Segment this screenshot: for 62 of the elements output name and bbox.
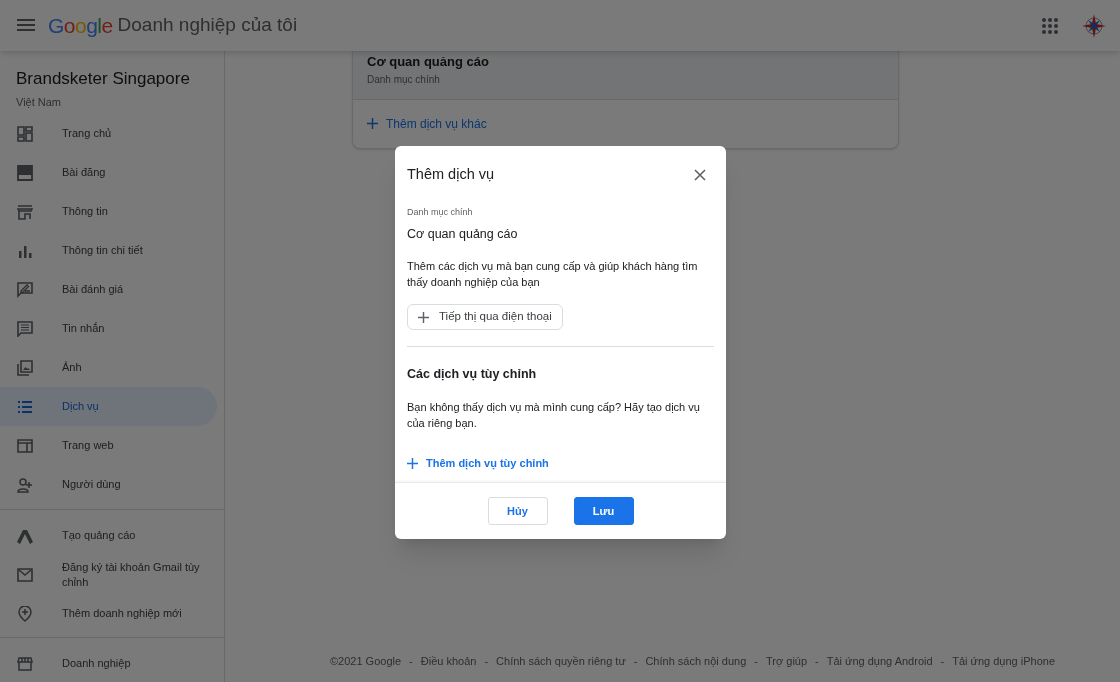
footer-separator: - <box>633 653 638 669</box>
add-location-icon <box>17 605 33 622</box>
sidebar-item[interactable]: Bài đánh giá <box>0 270 217 309</box>
plus-icon <box>367 118 378 129</box>
cancel-button[interactable]: Hủy <box>487 497 548 525</box>
sidebar-item[interactable]: Đăng ký tài khoản Gmail tùy chỉnh <box>0 555 217 594</box>
plus-icon <box>407 457 418 469</box>
close-icon[interactable] <box>694 168 706 181</box>
footer-link[interactable]: Tải ứng dụng iPhone <box>952 652 1055 669</box>
store-icon <box>17 655 33 672</box>
category-label: Danh mục chính <box>367 72 441 87</box>
custom-services-description: Bạn không thấy dịch vụ mà mình cung cấp? Hãy tạo dịch vụ của riêng bạn. <box>407 399 701 431</box>
business-country: Việt Nam <box>16 94 63 110</box>
sidebar-item[interactable]: Tin nhắn <box>0 309 217 348</box>
review-icon <box>17 281 33 298</box>
custom-services-heading: Các dịch vụ tùy chỉnh <box>407 366 538 383</box>
footer-separator: - <box>940 653 945 669</box>
description: Thêm các dịch vụ mà bạn cung cấp và giúp khách hàng tìm thấy doanh nghiệp của bạn <box>407 259 699 290</box>
dialog-title: Thêm dịch vụ <box>407 165 496 184</box>
sidebar-item[interactable]: Dịch vụ <box>0 387 217 426</box>
add-service-link[interactable]: Thêm dịch vụ khác <box>367 114 487 133</box>
dashboard-icon <box>17 125 33 142</box>
sidebar-item[interactable]: Người dùng <box>0 465 217 504</box>
sidebar-item[interactable]: Trang chủ <box>0 114 217 153</box>
sidebar-item[interactable]: Thông tin chi tiết <box>0 231 217 270</box>
footer-link[interactable]: Chính sách quyền riêng tư <box>496 652 626 669</box>
post-icon <box>17 164 33 181</box>
logo: Google <box>48 12 113 39</box>
service-chip[interactable]: Tiếp thị qua điện thoại <box>407 304 563 330</box>
photo-icon <box>17 359 33 376</box>
footer-separator: - <box>815 653 819 669</box>
sidebar-item[interactable]: Thông tin <box>0 192 217 231</box>
sidebar-item[interactable]: Thêm doanh nghiệp mới <box>0 594 217 633</box>
web-page-icon <box>17 437 33 454</box>
category-name: Cơ quan quảng cáo <box>367 53 490 71</box>
list-icon <box>17 398 33 415</box>
sidebar-item[interactable]: Tạo quảng cáo <box>0 516 217 555</box>
category-label: Danh mục chính <box>407 205 474 219</box>
footer-link[interactable]: Trợ giúp <box>766 652 808 669</box>
mail-icon <box>17 566 33 583</box>
footer-link[interactable]: Điều khoản <box>420 652 477 669</box>
business-name: Brandsketer Singapore <box>16 68 191 90</box>
footer-separator: - <box>754 653 758 669</box>
app-title: Doanh nghiệp của tôi <box>117 13 298 38</box>
storefront-icon <box>17 203 33 220</box>
footer-link[interactable]: Tải ứng dụng Android <box>826 652 933 669</box>
plus-icon <box>418 311 429 323</box>
footer-link[interactable]: Chính sách nội dung <box>645 652 747 669</box>
apps-icon[interactable] <box>1042 17 1058 34</box>
sidebar-item[interactable]: Ảnh <box>0 348 217 387</box>
footer-separator: - <box>409 653 413 669</box>
footer-separator: - <box>484 653 489 669</box>
add-person-icon <box>17 476 33 493</box>
sidebar-item[interactable]: Bài đăng <box>0 153 217 192</box>
footer-link[interactable]: ©2021 Google <box>329 652 402 669</box>
save-button[interactable]: Lưu <box>573 497 634 525</box>
category-name: Cơ quan quảng cáo <box>407 226 519 244</box>
sidebar-item[interactable]: Doanh nghiệp <box>0 644 217 682</box>
message-icon <box>17 320 33 337</box>
menu-icon[interactable] <box>17 18 35 33</box>
add-custom-service-link[interactable]: Thêm dịch vụ tùy chỉnh <box>407 454 549 472</box>
sidebar-item[interactable]: Trang web <box>0 426 217 465</box>
